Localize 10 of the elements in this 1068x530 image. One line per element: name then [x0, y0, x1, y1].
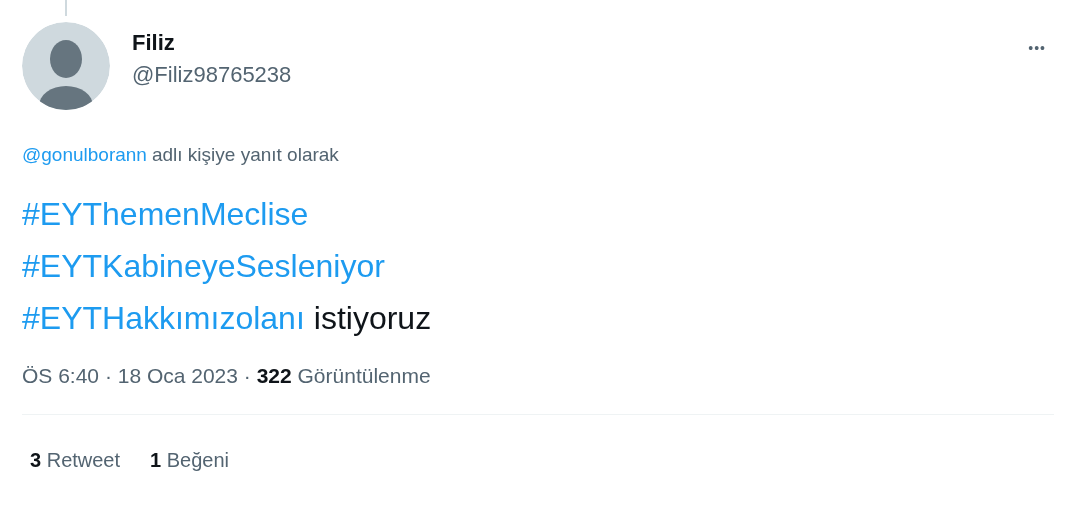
- stat-link[interactable]: 1 Beğeni: [150, 449, 230, 472]
- more-button[interactable]: •••: [1020, 36, 1054, 60]
- avatar-silhouette[interactable]: [22, 22, 110, 110]
- stat-link[interactable]: 3 Retweet: [30, 449, 121, 472]
- author-handle[interactable]: @Filiz98765238: [132, 62, 999, 88]
- reply-text: adlı kişiye yanıt olarak: [151, 144, 339, 166]
- tweet-text: istiyoruz: [313, 299, 432, 338]
- tweet-meta: ÖS 6:40 · 18 Oca 2023 · 322 Görüntülenme: [22, 364, 432, 388]
- author-name[interactable]: Filiz: [132, 30, 999, 56]
- mention-link[interactable]: @gonulborann: [22, 144, 147, 166]
